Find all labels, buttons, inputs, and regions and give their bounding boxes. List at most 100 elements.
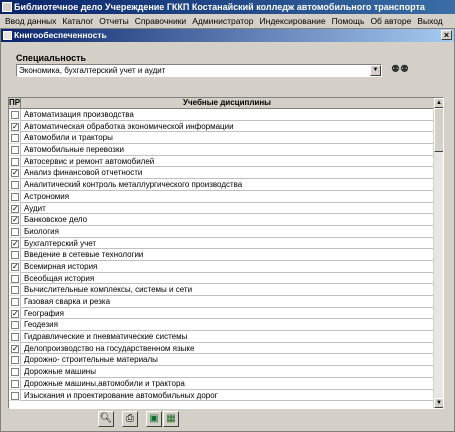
print-button[interactable]: ⎙ (122, 411, 138, 427)
excel-button[interactable]: ▦ (163, 411, 179, 427)
row-checkbox[interactable] (11, 379, 19, 388)
checkbox-cell: ✓ (9, 214, 21, 226)
table-row[interactable]: Автомобили и тракторы (9, 132, 434, 145)
checkbox-cell (9, 272, 21, 285)
checkbox-cell (9, 389, 21, 402)
row-checkbox[interactable] (11, 227, 19, 236)
export-icon: ▣ (149, 413, 159, 424)
menu-admin[interactable]: Администратор (189, 14, 256, 28)
table-row[interactable]: ✓ Бухгалтерский учет (9, 237, 434, 250)
col-header-disciplines[interactable]: Учебные дисциплины (21, 98, 434, 109)
menu-data-entry[interactable]: Ввод данных (2, 14, 59, 28)
export-button[interactable]: ▣ (146, 411, 162, 427)
checkbox-cell (9, 284, 21, 296)
row-checkbox[interactable] (11, 286, 19, 295)
checkbox-cell (9, 179, 21, 191)
menu-indexing[interactable]: Индексирование (257, 14, 329, 28)
table-row[interactable]: Автосервис и ремонт автомобилей (9, 155, 434, 168)
row-checkbox[interactable]: ✓ (11, 204, 19, 213)
menu-exit[interactable]: Выход (414, 14, 445, 28)
table-row[interactable]: Дорожные машины,автомобили и трактора (9, 377, 434, 390)
table-row[interactable]: ✓ Делопроизводство на государственном язы… (9, 342, 434, 355)
table-row[interactable]: Всеобщая история (9, 272, 434, 285)
row-checkbox[interactable] (11, 368, 19, 377)
table-row[interactable]: Изыскания и проектирование автомобильных… (9, 389, 434, 402)
checkbox-cell: ✓ (9, 307, 21, 320)
preview-button[interactable]: 🔍︎ (98, 411, 114, 427)
scroll-up-icon[interactable]: ▲ (434, 98, 443, 108)
row-checkbox[interactable]: ✓ (11, 239, 19, 248)
scroll-down-icon[interactable]: ▼ (434, 398, 443, 408)
table-row[interactable]: ✓ География (9, 307, 434, 320)
row-checkbox[interactable]: ✓ (11, 169, 19, 178)
table-row[interactable]: Дорожные машины (9, 366, 434, 378)
scroll-thumb[interactable] (434, 108, 443, 152)
row-checkbox[interactable]: ✓ (11, 344, 19, 353)
toolbar-gap (139, 411, 145, 427)
row-checkbox[interactable] (11, 157, 19, 166)
row-checkbox[interactable]: ✓ (11, 216, 19, 225)
menu-references[interactable]: Справочники (132, 14, 190, 28)
child-window: Книгообеспеченность × Специальность Экон… (0, 28, 455, 432)
table-row[interactable]: ✓ Всемирная история (9, 260, 434, 273)
specialty-value: Экономика, бухгалтерский учет и аудит (19, 66, 166, 75)
table-row[interactable]: Дорожно- строительные материалы (9, 354, 434, 367)
discipline-name: Аудит (21, 203, 434, 215)
row-checkbox[interactable] (11, 146, 19, 155)
table-row[interactable]: Геодезия (9, 319, 434, 332)
checkbox-cell (9, 319, 21, 332)
checkbox-cell (9, 109, 21, 121)
table-row[interactable]: Введение в сетевые технологии (9, 249, 434, 261)
table-row[interactable]: ✓ Аудит (9, 202, 434, 215)
discipline-name: География (21, 308, 434, 320)
discipline-name: Биология (21, 226, 434, 238)
row-checkbox[interactable] (11, 274, 19, 283)
table-row[interactable]: Биология (9, 225, 434, 238)
row-checkbox[interactable] (11, 181, 19, 190)
row-checkbox[interactable] (11, 333, 19, 342)
table-row[interactable]: Автомобильные перевозки (9, 144, 434, 156)
app-titlebar: Библиотечное дело Учереждение ГККП Коста… (0, 0, 455, 14)
checkbox-cell (9, 144, 21, 156)
row-checkbox[interactable] (11, 111, 19, 119)
discipline-name: Газовая сварка и резка (21, 296, 434, 308)
window-icon (3, 31, 12, 40)
table-row[interactable]: Астрономия (9, 190, 434, 203)
table-row[interactable]: Аналитический контроль металлургического… (9, 179, 434, 191)
row-checkbox[interactable]: ✓ (11, 262, 19, 271)
binoculars-icon[interactable]: ⚉⚉ (391, 63, 409, 77)
row-checkbox[interactable] (11, 251, 19, 260)
menu-about[interactable]: Об авторе (367, 14, 414, 28)
table-row[interactable]: ✓ Автоматическая обработка экономической … (9, 120, 434, 133)
row-checkbox[interactable] (11, 391, 19, 400)
discipline-name: Анализ финансовой отчетности (21, 167, 434, 180)
table-row[interactable]: Вычислительные комплексы, системы и сети (9, 284, 434, 296)
checkbox-cell: ✓ (9, 260, 21, 273)
chevron-down-icon[interactable]: ▼ (370, 65, 381, 76)
table-row[interactable]: Гидравлические и пневматические системы (9, 331, 434, 343)
row-checkbox[interactable]: ✓ (11, 309, 19, 318)
checkbox-cell: ✓ (9, 202, 21, 215)
app-icon (2, 2, 12, 12)
row-checkbox[interactable]: ✓ (11, 122, 19, 131)
row-checkbox[interactable] (11, 134, 19, 143)
menu-reports[interactable]: Отчеты (96, 14, 131, 28)
vertical-scrollbar[interactable]: ▲ ▼ (433, 98, 443, 408)
close-button[interactable]: × (441, 30, 452, 40)
table-row[interactable]: Автоматизация производства (9, 109, 434, 121)
discipline-name: Автоматизация производства (21, 109, 434, 121)
row-checkbox[interactable] (11, 321, 19, 330)
discipline-name: Дорожные машины,автомобили и трактора (21, 378, 434, 390)
table-row[interactable]: ✓ Банковское дело (9, 214, 434, 226)
row-checkbox[interactable] (11, 192, 19, 201)
table-row[interactable]: ✓ Анализ финансовой отчетности (9, 167, 434, 180)
table-row[interactable]: Газовая сварка и резка (9, 296, 434, 308)
col-header-pr[interactable]: ПР (9, 98, 21, 109)
discipline-name: Дорожно- строительные материалы (21, 354, 434, 367)
child-title: Книгообеспеченность (14, 30, 107, 40)
row-checkbox[interactable] (11, 356, 19, 365)
menu-catalog[interactable]: Каталог (59, 14, 96, 28)
row-checkbox[interactable] (11, 298, 19, 306)
specialty-select[interactable]: Экономика, бухгалтерский учет и аудит ▼ (16, 64, 382, 77)
menu-help[interactable]: Помощь (329, 14, 368, 28)
